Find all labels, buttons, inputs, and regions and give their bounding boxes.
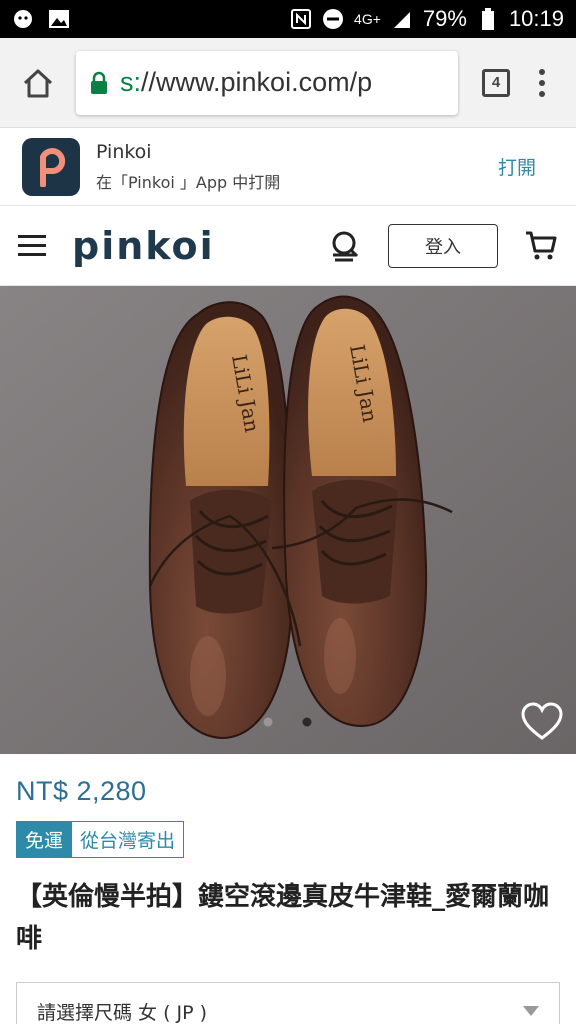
ships-from-badge: 從台灣寄出 (72, 821, 185, 858)
lock-icon (91, 71, 107, 94)
pinkoi-logo[interactable]: pinkoi (72, 224, 215, 268)
product-photo-shoes: LiLi Jan LiLi Jan (0, 286, 576, 754)
pinkoi-app-logo (22, 137, 80, 196)
open-in-app-button[interactable]: 打開 (498, 153, 554, 180)
do-not-disturb-icon (322, 8, 344, 30)
tabs-icon: 4 (482, 68, 510, 97)
battery-percent: 79% (422, 6, 467, 31)
browser-toolbar: s://www.pinkoi.com/p 4 (0, 38, 576, 128)
url-scheme: s: (120, 67, 142, 97)
app-install-banner: Pinkoi 在「Pinkoi 」App 中打開 打開 (0, 128, 576, 206)
cart-icon[interactable] (524, 229, 558, 263)
carousel-dot[interactable] (263, 717, 273, 727)
site-header: pinkoi 登入 (0, 206, 576, 286)
signal-icon (391, 8, 413, 30)
free-shipping-badge: 免運 (16, 821, 73, 858)
product-info: NT$ 2,280 免運 從台灣寄出 【英倫慢半拍】鏤空滾邊真皮牛津鞋_愛爾蘭咖… (0, 754, 576, 1024)
login-button[interactable]: 登入 (388, 223, 498, 268)
product-price: NT$ 2,280 (16, 776, 147, 806)
carousel-dot-active[interactable] (302, 717, 312, 727)
url-host: //www.pinkoi.com/p (141, 67, 373, 97)
size-select[interactable]: 請選擇尺碼 女 ( JP ) (16, 982, 560, 1024)
menu-icon[interactable] (18, 235, 46, 256)
size-select-placeholder: 請選擇尺碼 女 ( JP ) (37, 1001, 208, 1024)
tab-switcher-button[interactable]: 4 (470, 57, 522, 109)
heart-icon[interactable] (520, 702, 564, 742)
nfc-icon (290, 8, 312, 30)
product-image[interactable]: LiLi Jan LiLi Jan (0, 286, 576, 754)
network-type: 4G+ (354, 11, 381, 27)
home-icon (23, 69, 53, 97)
search-icon[interactable] (326, 228, 362, 264)
app-name: Pinkoi (96, 140, 152, 163)
more-vert-icon[interactable] (522, 57, 562, 109)
clock: 10:19 (508, 6, 564, 31)
shipping-tags: 免運 從台灣寄出 (16, 821, 560, 858)
home-button[interactable] (14, 59, 62, 107)
image-notification-icon (48, 8, 70, 30)
chevron-down-icon (523, 1006, 539, 1016)
status-bar: 4G+ 79% 10:19 (0, 0, 576, 38)
url-bar[interactable]: s://www.pinkoi.com/p (76, 50, 458, 115)
battery-icon (477, 8, 499, 30)
sheep-notification-icon (12, 8, 34, 30)
url-text[interactable]: s://www.pinkoi.com/p (120, 67, 372, 98)
app-subtitle: 在「Pinkoi 」App 中打開 (96, 172, 281, 192)
product-title: 【英倫慢半拍】鏤空滾邊真皮牛津鞋_愛爾蘭咖啡 (16, 882, 550, 954)
